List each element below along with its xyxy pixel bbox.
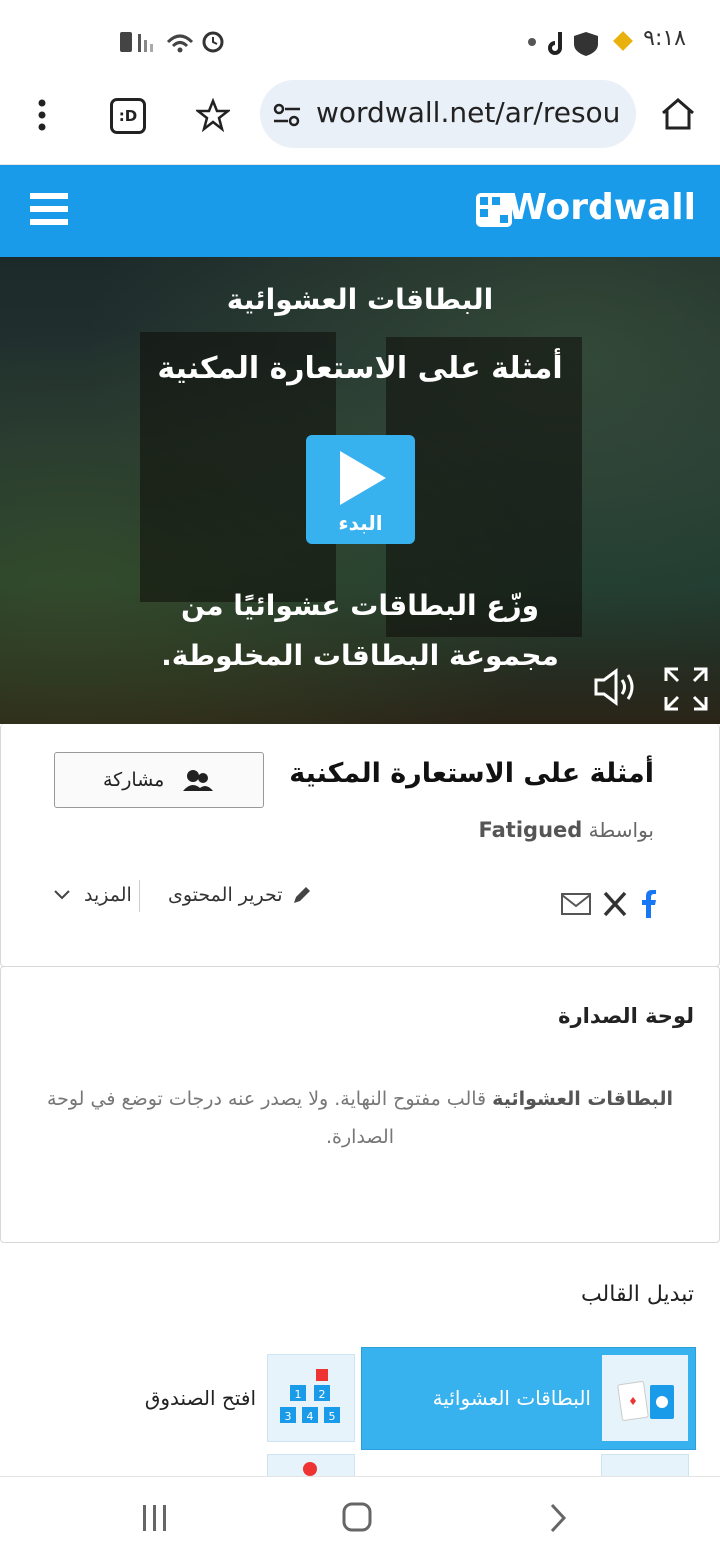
pencil-icon xyxy=(293,887,310,903)
divider xyxy=(139,880,140,912)
leaderboard-text: البطاقات العشوائية قالب مفتوح النهاية. و… xyxy=(40,1080,680,1156)
share-button[interactable]: مشاركة xyxy=(54,752,264,808)
home-icon[interactable] xyxy=(660,96,696,132)
edit-content-link[interactable]: تحرير المحتوى xyxy=(168,884,313,906)
email-icon[interactable] xyxy=(560,890,594,918)
system-nav-bar xyxy=(0,1476,720,1561)
url-text[interactable]: wordwall.net/ar/resou xyxy=(316,96,626,129)
by-label: بواسطة xyxy=(588,818,654,842)
edit-content-label: تحرير المحتوى xyxy=(168,884,283,906)
template-option-label: البطاقات العشوائية xyxy=(432,1386,591,1410)
fullscreen-icon[interactable] xyxy=(664,667,708,711)
activity-title: أمثلة على الاستعارة المكنية xyxy=(289,758,654,789)
chevron-down-icon xyxy=(54,890,70,900)
logo-text[interactable]: Wordwall xyxy=(507,187,696,228)
template-option-open-box[interactable]: افتح الصندوق xyxy=(145,1386,256,1410)
clock: ٩:١٨ xyxy=(643,26,686,51)
volume-icon[interactable] xyxy=(592,667,640,707)
game-description-line1: وزّع البطاقات عشوائيًا من xyxy=(181,589,539,622)
svg-text:2: 2 xyxy=(319,1388,326,1401)
leaderboard-heading: لوحة الصدارة xyxy=(558,1004,694,1028)
share-label: مشاركة xyxy=(103,769,165,791)
hamburger-menu-icon[interactable] xyxy=(30,191,68,227)
users-icon xyxy=(183,770,213,791)
facebook-icon[interactable] xyxy=(638,888,658,920)
status-bar: ٩:١٨ xyxy=(0,0,720,78)
svg-text:3: 3 xyxy=(285,1410,292,1423)
svg-text:4: 4 xyxy=(307,1410,314,1423)
site-header: Wordwall xyxy=(0,165,720,257)
start-label: البدء xyxy=(338,511,383,535)
svg-text:5: 5 xyxy=(329,1410,336,1423)
battery-icon xyxy=(120,32,132,52)
pin-icon xyxy=(303,1462,317,1476)
shield-icon xyxy=(574,32,598,56)
more-dropdown[interactable]: المزيد xyxy=(54,884,132,906)
leaderboard-text-line1: قالب مفتوح النهاية. ولا يصدر عنه درجات ت… xyxy=(46,1088,493,1110)
play-icon xyxy=(340,451,386,505)
open-box-thumbnail[interactable]: 1 2 3 4 5 xyxy=(267,1354,355,1442)
cards-icon xyxy=(617,1381,674,1421)
random-cards-thumbnail xyxy=(602,1355,688,1441)
recent-apps-icon[interactable] xyxy=(140,1503,170,1533)
signal-icon xyxy=(138,34,141,52)
game-template-name: البطاقات العشوائية xyxy=(226,283,494,316)
game-player[interactable]: البطاقات العشوائية أمثلة على الاستعارة ا… xyxy=(0,257,720,724)
status-icons-left xyxy=(120,31,224,53)
more-label: المزيد xyxy=(84,884,132,906)
template-thumbnail-partial-1[interactable] xyxy=(267,1454,355,1478)
svg-text:1: 1 xyxy=(295,1388,302,1401)
game-activity-title: أمثلة على الاستعارة المكنية xyxy=(157,351,563,386)
bookmark-star-icon[interactable] xyxy=(196,98,230,132)
back-icon[interactable] xyxy=(546,1501,568,1535)
template-thumbnail-partial-2[interactable] xyxy=(601,1454,689,1478)
x-twitter-icon[interactable] xyxy=(602,890,628,918)
author-line: بواسطة Fatigued xyxy=(479,818,654,842)
browser-toolbar: :D wordwall.net/ar/resou xyxy=(0,78,720,166)
binance-icon xyxy=(613,31,633,51)
tabs-switcher-icon[interactable]: :D xyxy=(110,98,146,134)
home-nav-icon[interactable] xyxy=(341,1501,373,1533)
tiktok-icon xyxy=(548,32,562,55)
leaderboard-text-line2: الصدارة. xyxy=(326,1126,394,1148)
start-button[interactable]: البدء xyxy=(306,435,415,544)
status-icons-right xyxy=(528,31,633,56)
leaderboard-template-name: البطاقات العشوائية xyxy=(492,1088,674,1110)
switch-template-heading: تبديل القالب xyxy=(580,1282,694,1307)
author-name[interactable]: Fatigued xyxy=(479,818,583,842)
numbered-boxes-icon: 1 2 3 4 5 xyxy=(280,1369,340,1423)
menu-dots-icon[interactable] xyxy=(34,98,50,132)
template-option-random-cards[interactable]: البطاقات العشوائية xyxy=(361,1347,696,1450)
site-settings-icon[interactable] xyxy=(272,102,302,128)
